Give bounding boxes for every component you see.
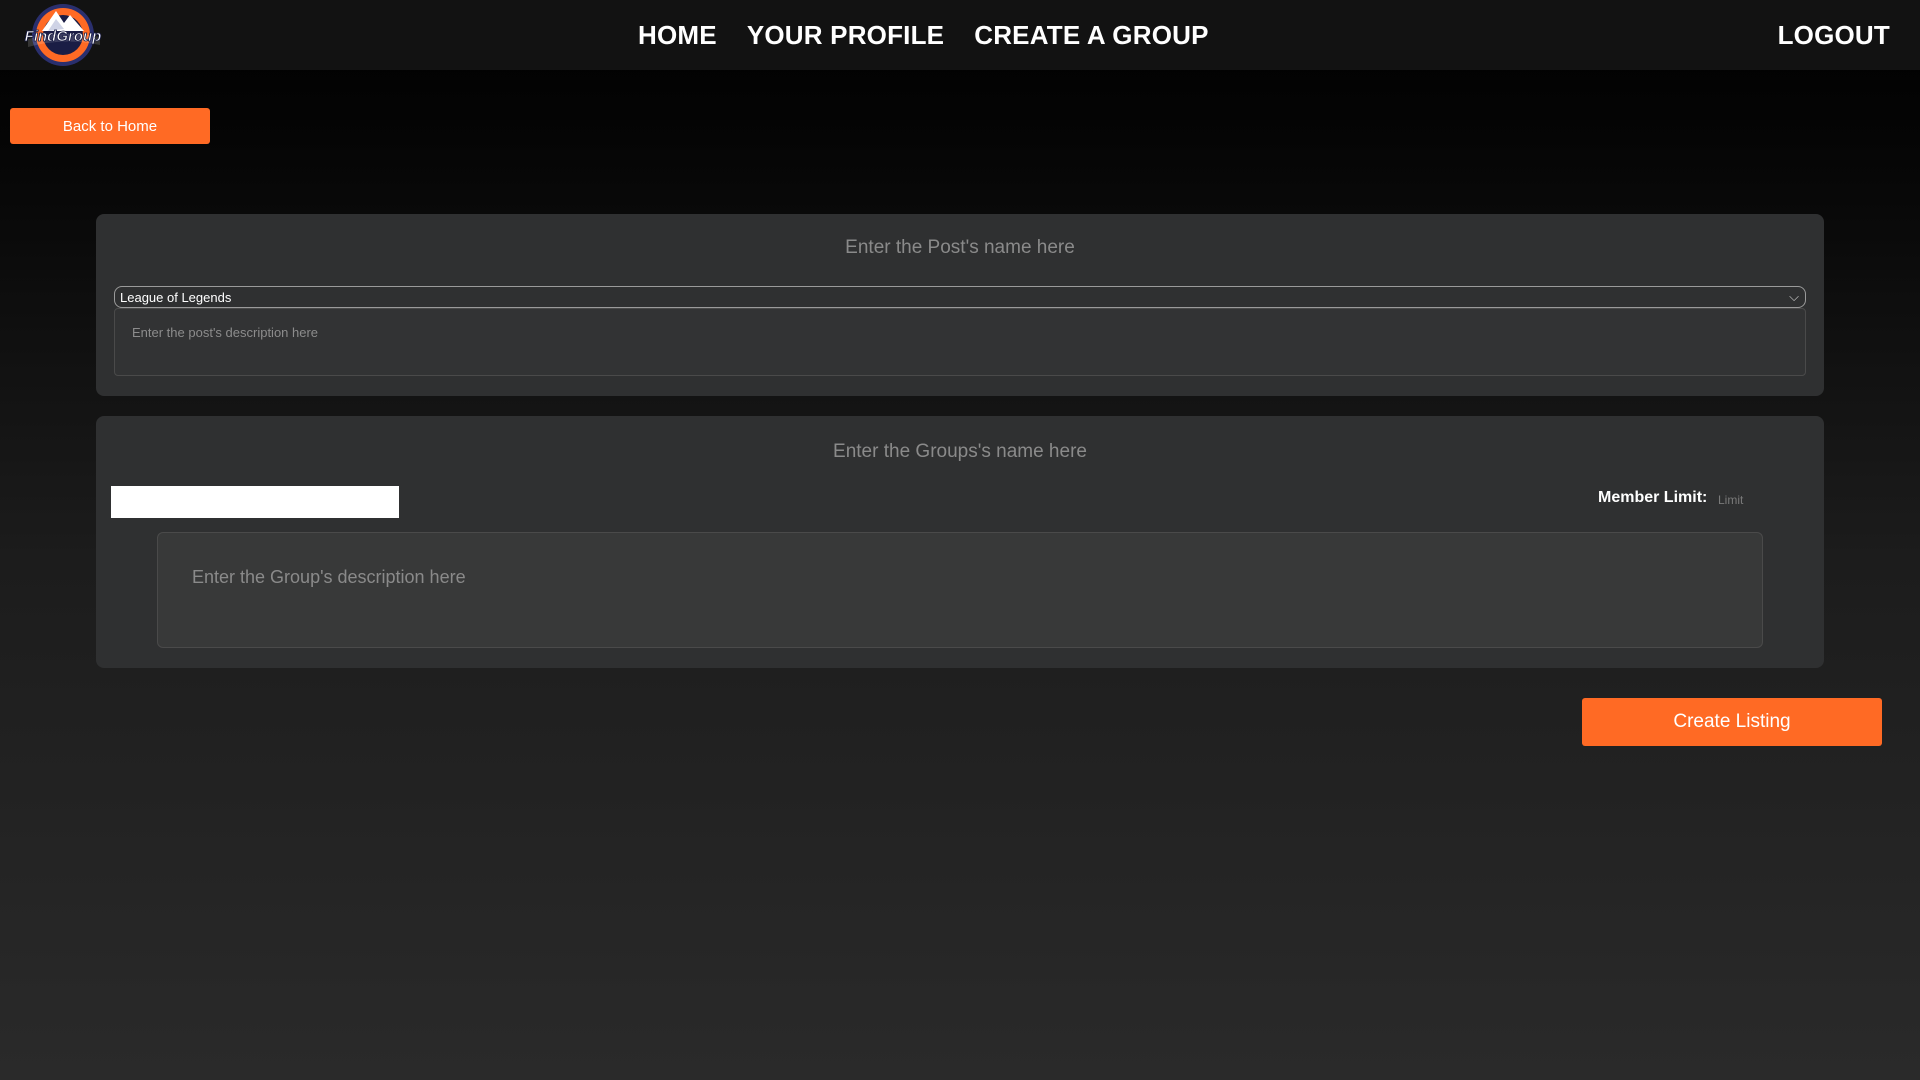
logout-link[interactable]: LOGOUT <box>1778 20 1890 51</box>
chevron-down-icon: ⌵ <box>1789 289 1799 304</box>
account-nav: LOGOUT <box>1778 0 1890 70</box>
findgroup-logo[interactable]: FindGroup <box>18 1 108 69</box>
nav-profile-link[interactable]: YOUR PROFILE <box>747 20 944 51</box>
group-extra-field[interactable] <box>111 486 399 518</box>
member-limit-input[interactable] <box>1718 490 1798 510</box>
post-form-card: League of Legends ⌵ <box>96 214 1824 396</box>
nav-create-group-link[interactable]: CREATE A GROUP <box>974 20 1208 51</box>
nav-home-link[interactable]: HOME <box>638 20 717 51</box>
post-name-input[interactable] <box>96 230 1824 266</box>
post-description-input[interactable] <box>114 308 1806 376</box>
member-limit-label: Member Limit: <box>1598 489 1708 506</box>
group-name-input[interactable] <box>96 434 1824 470</box>
group-form-card: Member Limit: <box>96 416 1824 668</box>
group-description-input[interactable] <box>157 532 1763 648</box>
game-select-value: League of Legends <box>120 289 232 305</box>
main-nav: HOME YOUR PROFILE CREATE A GROUP <box>638 0 1209 70</box>
logo-text: FindGroup <box>25 28 102 45</box>
game-select[interactable]: League of Legends ⌵ <box>114 286 1806 308</box>
top-navbar: FindGroup HOME YOUR PROFILE CREATE A GRO… <box>0 0 1920 70</box>
create-listing-button[interactable]: Create Listing <box>1582 698 1882 746</box>
back-to-home-button[interactable]: Back to Home <box>10 108 210 144</box>
